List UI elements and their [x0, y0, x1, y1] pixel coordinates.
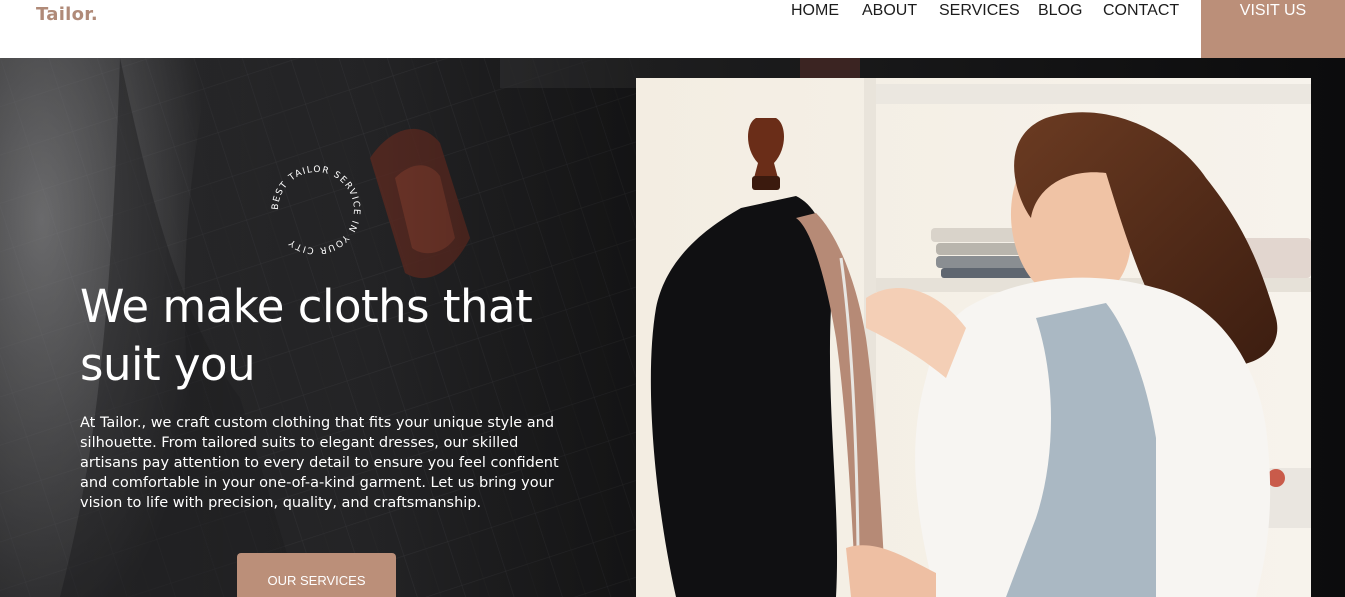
- nav-item-about[interactable]: ABOUT: [862, 2, 917, 20]
- circular-badge: BEST TAILOR SERVICE IN YOUR CITY: [271, 165, 361, 255]
- logo[interactable]: Tailor.: [36, 4, 98, 25]
- nav-item-contact[interactable]: CONTACT: [1103, 2, 1179, 20]
- hero-section: BEST TAILOR SERVICE IN YOUR CITY We make…: [0, 58, 1345, 597]
- hero-description: At Tailor., we craft custom clothing tha…: [80, 415, 559, 511]
- nav-item-home[interactable]: HOME: [791, 2, 839, 20]
- hero-photo-tailor: [636, 78, 1311, 597]
- site-header: Tailor. HOME ABOUT SERVICES BLOG CONTACT…: [0, 0, 1345, 60]
- badge-text: BEST TAILOR SERVICE IN YOUR CITY: [271, 165, 360, 255]
- our-services-button[interactable]: OUR SERVICES: [237, 553, 396, 597]
- nav-item-blog[interactable]: BLOG: [1038, 2, 1082, 20]
- hero-title: We make cloths that suit you: [80, 280, 533, 391]
- visit-us-button[interactable]: VISIT US: [1201, 0, 1345, 60]
- tailor-with-mannequin-image: [636, 78, 1311, 597]
- svg-text:BEST TAILOR SERVICE IN YOUR CI: BEST TAILOR SERVICE IN YOUR CITY: [271, 165, 361, 255]
- nav-item-services[interactable]: SERVICES: [939, 2, 1020, 20]
